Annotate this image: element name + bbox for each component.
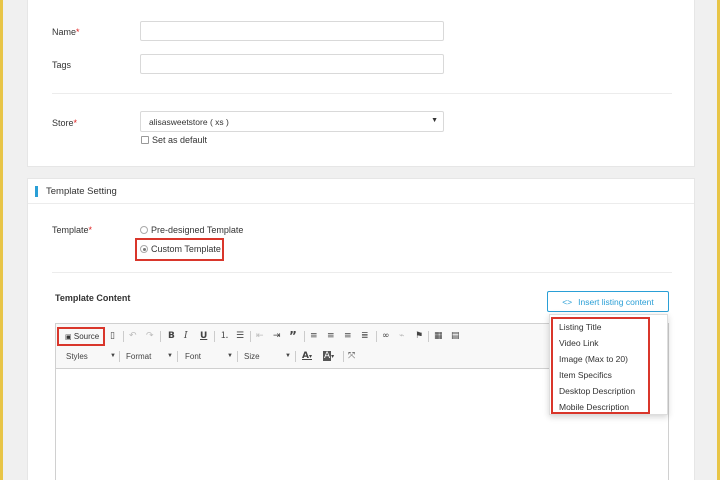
toolbar-separator [304,331,305,342]
new-page-icon[interactable]: ▯ [110,332,115,341]
toolbar-separator [343,351,344,362]
divider [52,93,672,94]
store-select[interactable]: alisasweetstore ( xs ) ▼ [140,111,444,132]
link-icon[interactable]: ∞ [382,332,390,341]
align-right-icon[interactable]: ≡ [344,332,352,341]
set-default-label: Set as default [152,135,208,145]
toolbar-separator [160,331,161,342]
section-accent-bar [35,186,38,197]
toolbar-separator [123,331,124,342]
custom-template-label: Custom Template [151,244,221,254]
redo-icon[interactable]: ↷ [146,332,154,341]
undo-icon[interactable]: ↶ [129,332,137,341]
predesigned-template-label: Pre-designed Template [151,225,244,235]
divider [52,272,672,273]
horizontal-line-icon[interactable]: ▤ [451,332,460,341]
menu-item-video-link[interactable]: Video Link [559,338,599,348]
caret-down-icon: ▼ [285,353,291,359]
template-label: Template* [52,225,93,235]
toolbar-separator [177,351,178,362]
code-icon: <> [562,296,573,307]
toolbar-separator [295,351,296,362]
bold-icon[interactable]: B [168,332,175,341]
caret-down-icon: ▼ [110,353,116,359]
name-input[interactable] [140,21,444,41]
insert-listing-content-button[interactable]: <> Insert listing content [547,291,669,312]
basic-info-card: Name* Tags Store* alisasweetstore ( xs )… [27,0,695,167]
radio-custom-template[interactable] [140,245,148,253]
source-label: Source [73,332,100,341]
section-header: Template Setting [28,179,694,204]
toolbar-separator [376,331,377,342]
caret-down-icon: ▼ [167,353,173,359]
styles-combo[interactable]: Styles ▼ [66,352,116,361]
size-combo-label: Size [244,352,260,361]
anchor-flag-icon[interactable]: ⚑ [415,332,423,341]
tags-input[interactable] [140,54,444,74]
font-combo[interactable]: Font ▼ [185,352,233,361]
store-label: Store* [52,118,78,128]
insert-listing-content-menu: Listing Title Video Link Image (Max to 2… [549,314,668,415]
caret-down-icon: ▼ [227,353,233,359]
styles-combo-label: Styles [66,352,88,361]
toolbar-separator [119,351,120,362]
section-title: Template Setting [46,186,117,197]
template-content-label: Template Content [55,293,131,303]
numbered-list-icon[interactable]: ⒈ [220,332,229,341]
format-combo[interactable]: Format ▼ [126,352,173,361]
blockquote-icon[interactable]: ” [289,330,297,342]
tags-label: Tags [52,60,72,70]
caret-down-icon: ▼ [431,117,438,124]
align-left-icon[interactable]: ≡ [310,332,318,341]
format-combo-label: Format [126,352,152,361]
radio-predesigned-template[interactable] [140,226,148,234]
background-color-icon[interactable]: A▾ [323,351,334,361]
menu-item-listing-title[interactable]: Listing Title [559,322,602,332]
set-default-checkbox[interactable] [141,136,149,144]
indent-icon[interactable]: ⇥ [273,332,281,341]
underline-icon[interactable]: U [200,332,207,341]
source-icon: ▣ [65,334,72,341]
toolbar-separator [237,351,238,362]
text-color-icon[interactable]: A▾ [302,352,312,361]
menu-item-desktop-description[interactable]: Desktop Description [559,386,635,396]
align-center-icon[interactable]: ≡ [327,332,335,341]
size-combo[interactable]: Size ▼ [244,352,291,361]
toolbar-separator [250,331,251,342]
outdent-icon[interactable]: ⇤ [256,332,264,341]
source-button[interactable]: ▣ Source [65,332,99,341]
window-frame-left [0,0,3,480]
toolbar-separator [214,331,215,342]
name-label: Name* [52,27,80,37]
insert-listing-content-label: Insert listing content [578,296,654,307]
menu-item-mobile-description[interactable]: Mobile Description [559,402,629,412]
italic-icon[interactable]: I [184,332,188,341]
toolbar-separator [428,331,429,342]
font-combo-label: Font [185,352,202,361]
menu-item-image[interactable]: Image (Max to 20) [559,354,628,364]
store-select-value: alisasweetstore ( xs ) [149,117,229,127]
table-icon[interactable]: ▦ [434,332,443,341]
bulleted-list-icon[interactable]: ☰ [236,332,244,341]
align-justify-icon[interactable]: ≣ [361,332,369,341]
menu-item-item-specifics[interactable]: Item Specifics [559,370,612,380]
maximize-icon[interactable]: ⤧ [348,352,355,361]
unlink-icon[interactable]: ⌁ [399,332,404,341]
